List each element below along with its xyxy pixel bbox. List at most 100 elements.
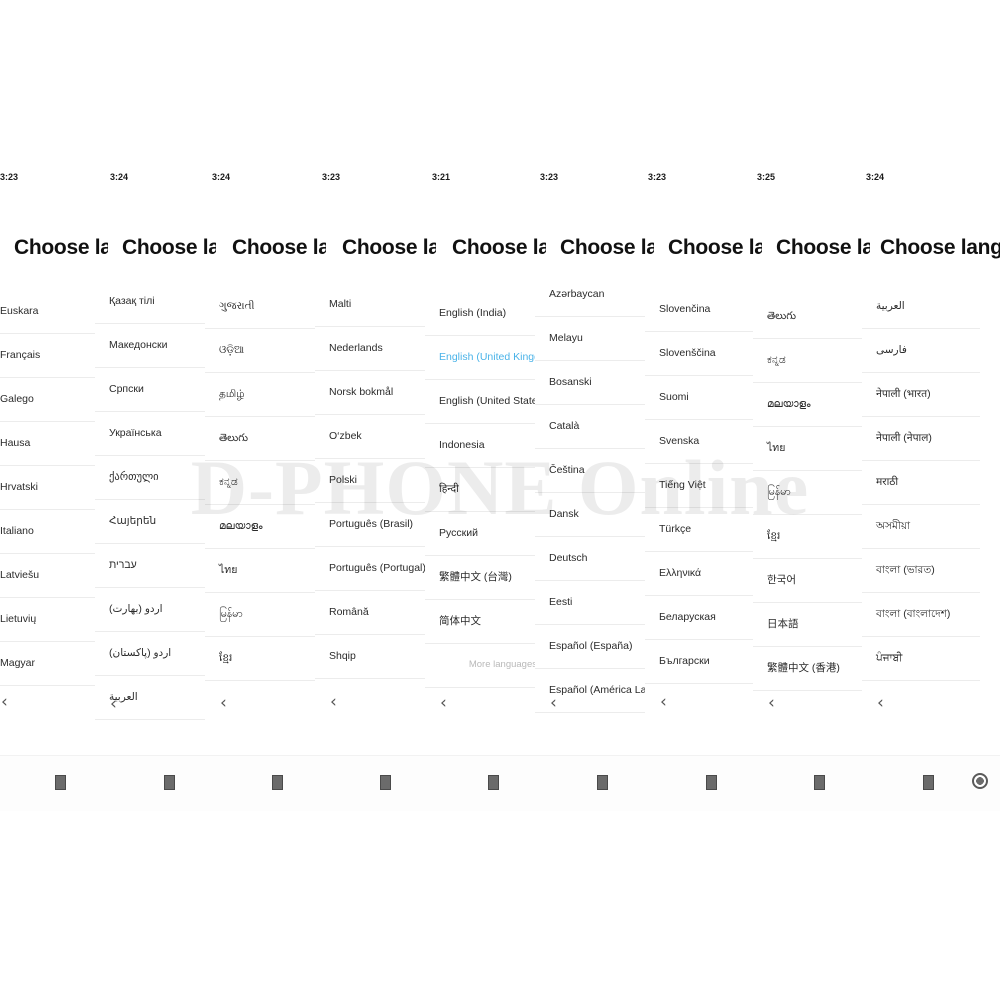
language-list-item[interactable]: မြန်မာ <box>753 471 871 515</box>
language-list[interactable]: Malti Nederlands Norsk bokmål O‘zbek Polski P… <box>315 283 433 679</box>
language-list[interactable]: Slovenčina Slovenščina Suomi Svenska Tiếng V… <box>645 288 763 684</box>
language-list-item[interactable]: தமிழ் <box>205 373 323 417</box>
language-list-item[interactable]: Lietuvių <box>0 598 104 642</box>
square-nav-indicator[interactable] <box>55 775 66 790</box>
back-button[interactable]: ‹ <box>0 694 104 724</box>
language-list-item[interactable]: Suomi <box>645 376 763 420</box>
language-list-item[interactable]: ଓଡ଼ିଆ <box>205 329 323 373</box>
language-list-item[interactable]: Norsk bokmål <box>315 371 433 415</box>
language-list-item[interactable]: Galego <box>0 378 104 422</box>
language-list-item[interactable]: Čeština <box>535 449 653 493</box>
language-list-item[interactable]: اردو (بھارت) <box>95 588 213 632</box>
language-list-item[interactable]: Русский <box>425 512 543 556</box>
language-list-item[interactable]: Svenska <box>645 420 763 464</box>
language-list-item[interactable]: Bosanski <box>535 361 653 405</box>
language-list-item[interactable]: العربية <box>862 285 980 329</box>
language-list-item[interactable]: ქართული <box>95 456 213 500</box>
language-list-item[interactable]: O‘zbek <box>315 415 433 459</box>
square-nav-indicator[interactable] <box>380 775 391 790</box>
language-list-item[interactable]: Indonesia <box>425 424 543 468</box>
more-languages-button[interactable]: More languages <box>425 644 543 688</box>
language-list-item[interactable]: ไทย <box>753 427 871 471</box>
square-nav-indicator[interactable] <box>272 775 283 790</box>
language-list-item[interactable]: ಕನ್ನಡ <box>205 461 323 505</box>
language-list-item[interactable]: Dansk <box>535 493 653 537</box>
language-list[interactable]: Azərbaycan Melayu Bosanski Català Čeština Dan… <box>535 273 653 713</box>
language-list-item[interactable]: Deutsch <box>535 537 653 581</box>
language-list-item[interactable]: Shqip <box>315 635 433 679</box>
language-list[interactable]: العربية فارسی नेपाली (भारत) नेपाली (नेपाल) म… <box>862 285 980 681</box>
language-list-item[interactable]: नेपाली (भारत) <box>862 373 980 417</box>
language-list-item[interactable]: ગુજરાતી <box>205 285 323 329</box>
language-list-item[interactable]: Magyar <box>0 642 104 686</box>
language-list-item[interactable]: Eesti <box>535 581 653 625</box>
back-button[interactable]: ‹ <box>753 695 871 725</box>
language-list-item[interactable]: Polski <box>315 459 433 503</box>
language-list-item[interactable]: Latviešu <box>0 554 104 598</box>
language-list-item[interactable]: Ελληνικά <box>645 552 763 596</box>
language-list-item[interactable]: Română <box>315 591 433 635</box>
language-list-item[interactable]: English (United States) <box>425 380 543 424</box>
language-list-item[interactable]: ਪੰਜਾਬੀ <box>862 637 980 681</box>
language-list[interactable]: ગુજરાતી ଓଡ଼ିଆ தமிழ் తెలుగు ಕನ್ನಡ മലയാളം ไทย မြန… <box>205 285 323 681</box>
language-list-item[interactable]: ខ្មែរ <box>205 637 323 681</box>
language-list-item[interactable]: اردو (پاکستان) <box>95 632 213 676</box>
back-button[interactable]: ‹ <box>205 695 323 725</box>
language-list-item[interactable]: বাংলা (বাংলাদেশ) <box>862 593 980 637</box>
language-list[interactable]: Euskara Français Galego Hausa Hrvatski Italia… <box>0 290 104 686</box>
back-button[interactable]: ‹ <box>425 695 543 725</box>
language-list[interactable]: తెలుగు ಕನ್ನಡ മലയാളം ไทย မြန်မာ ខ្មែរ 한국어 日本語 繁體中… <box>753 295 871 691</box>
language-list-item[interactable]: मराठी <box>862 461 980 505</box>
language-list-item[interactable]: فارسی <box>862 329 980 373</box>
language-list-item[interactable]: తెలుగు <box>205 417 323 461</box>
square-nav-indicator[interactable] <box>706 775 717 790</box>
language-list-item[interactable]: עברית <box>95 544 213 588</box>
language-list-item[interactable]: 繁體中文 (台灣) <box>425 556 543 600</box>
language-list-item[interactable]: မြန်မာ <box>205 593 323 637</box>
language-list-item[interactable]: অসমীয়া <box>862 505 980 549</box>
language-list-item[interactable]: Türkçe <box>645 508 763 552</box>
square-nav-indicator[interactable] <box>488 775 499 790</box>
language-list-item[interactable]: മലയാളം <box>205 505 323 549</box>
language-list-item[interactable]: ខ្មែរ <box>753 515 871 559</box>
language-list-item[interactable]: ಕನ್ನಡ <box>753 339 871 383</box>
language-list-item[interactable]: Português (Portugal) <box>315 547 433 591</box>
back-button[interactable]: ‹ <box>535 695 653 725</box>
language-list-item[interactable]: Беларуская <box>645 596 763 640</box>
language-list-item[interactable]: Slovenščina <box>645 332 763 376</box>
language-list-item[interactable]: 繁體中文 (香港) <box>753 647 871 691</box>
language-list-item[interactable]: Nederlands <box>315 327 433 371</box>
language-list-item[interactable]: Azərbaycan <box>535 273 653 317</box>
language-list-item[interactable]: 한국어 <box>753 559 871 603</box>
language-list-item[interactable]: Melayu <box>535 317 653 361</box>
language-list-item[interactable]: বাংলা (ভারত) <box>862 549 980 593</box>
back-button[interactable]: ‹ <box>645 694 763 724</box>
language-list-item[interactable]: 日本語 <box>753 603 871 647</box>
language-list-item[interactable]: Українська <box>95 412 213 456</box>
language-list[interactable]: Қазақ тілі Македонски Српски Українська ქართ… <box>95 280 213 720</box>
language-list-item[interactable]: Hausa <box>0 422 104 466</box>
language-list-item[interactable]: Қазақ тілі <box>95 280 213 324</box>
back-button[interactable]: ‹ <box>862 695 980 725</box>
language-list-item[interactable]: Български <box>645 640 763 684</box>
language-list-item[interactable]: 简体中文 <box>425 600 543 644</box>
language-list-item[interactable]: Español (España) <box>535 625 653 669</box>
language-list-item[interactable]: తెలుగు <box>753 295 871 339</box>
language-list-item[interactable]: Malti <box>315 283 433 327</box>
language-list[interactable]: English (India) English (United Kingdom) E… <box>425 292 543 688</box>
square-nav-indicator[interactable] <box>164 775 175 790</box>
language-list-item[interactable]: Հայերեն <box>95 500 213 544</box>
language-list-item[interactable]: Català <box>535 405 653 449</box>
language-list-item[interactable]: Hrvatski <box>0 466 104 510</box>
language-list-item[interactable]: Slovenčina <box>645 288 763 332</box>
language-list-item[interactable]: नेपाली (नेपाल) <box>862 417 980 461</box>
language-list-item[interactable]: മലയാളം <box>753 383 871 427</box>
language-list-item[interactable]: हिन्दी <box>425 468 543 512</box>
language-list-item[interactable]: Português (Brasil) <box>315 503 433 547</box>
language-list-item[interactable]: English (United Kingdom) <box>425 336 543 380</box>
language-list-item[interactable]: Српски <box>95 368 213 412</box>
square-nav-indicator[interactable] <box>597 775 608 790</box>
circle-nav-indicator[interactable] <box>972 773 988 789</box>
language-list-item[interactable]: Македонски <box>95 324 213 368</box>
language-list-item[interactable]: ไทย <box>205 549 323 593</box>
